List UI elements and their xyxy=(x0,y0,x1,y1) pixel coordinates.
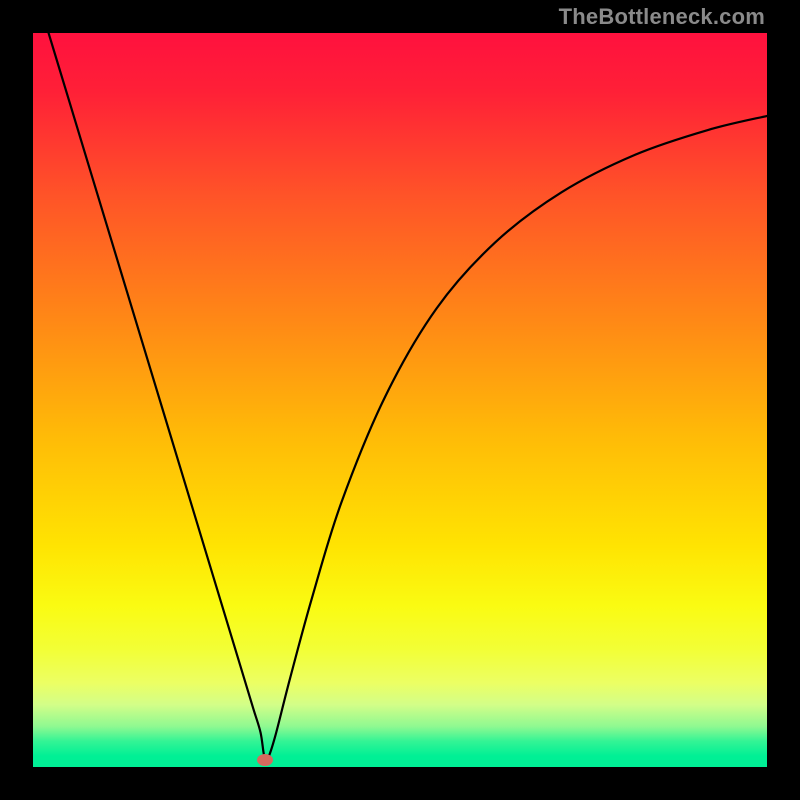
optimum-marker xyxy=(257,754,273,766)
watermark-text: TheBottleneck.com xyxy=(559,4,765,30)
bottleneck-curve xyxy=(33,33,767,767)
plot-area xyxy=(33,33,767,767)
chart-frame: TheBottleneck.com xyxy=(0,0,800,800)
